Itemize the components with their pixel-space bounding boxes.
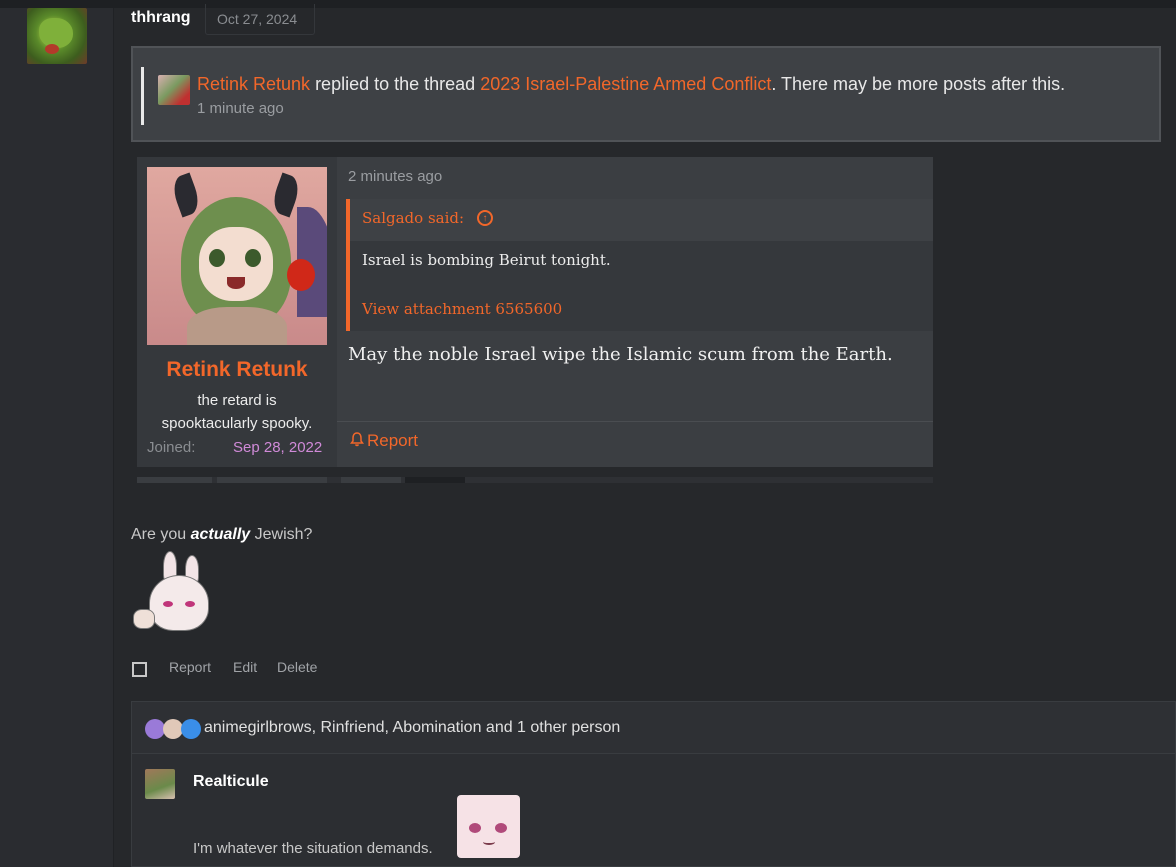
reaction-anime-icon [145,719,165,739]
top-bar [0,0,1176,8]
post-message-emphasis: actually [190,526,251,543]
reply-notice: Retink Retunk replied to the thread 2023… [131,46,1161,142]
notice-accent-bar [141,67,144,125]
embedded-report-button[interactable]: Report [350,431,418,451]
post-author-avatar[interactable] [27,8,87,64]
embedded-report-label: Report [367,431,419,450]
embedded-post-author[interactable]: Retink Retunk [137,358,337,382]
embedded-post-card: Retink Retunk the retard is spooktacular… [137,157,933,467]
comment-author-avatar[interactable] [145,769,175,799]
embedded-post-divider [337,421,933,422]
user-title-line2: spooktacularly spooky. [161,415,313,432]
joined-date: Sep 28, 2022 [233,439,323,456]
embedded-post-time[interactable]: 2 minutes ago [348,168,442,185]
post-date[interactable]: Oct 27, 2024 [205,4,315,35]
comment-author[interactable]: Realticule [193,773,269,791]
reactions-summary[interactable]: animegirlbrows, Rinfriend, Abomination a… [204,719,620,737]
select-post-checkbox[interactable] [132,662,147,677]
post-author-username[interactable]: thhrang [131,9,191,27]
reactions-bar[interactable]: animegirlbrows, Rinfriend, Abomination a… [131,701,1176,753]
delete-button[interactable]: Delete [277,659,317,675]
joined-label: Joined: [147,439,196,456]
notice-message: Retink Retunk replied to the thread 2023… [197,74,1065,95]
embedded-post-body: May the noble Israel wipe the Islamic sc… [348,344,893,365]
quote-author-link[interactable]: Salgado said: [362,209,464,227]
notice-thread-link[interactable]: 2023 Israel-Palestine Armed Conflict [480,74,771,94]
view-attachment-link[interactable]: View attachment 6565600 [362,300,562,318]
embedded-quote-block: Salgado said: ↑ Israel is bombing Beirut… [346,199,933,331]
embedded-post-avatar[interactable] [147,167,327,345]
embedded-scroll-strip [137,477,933,483]
left-rail [0,8,114,867]
reaction-icons [145,719,203,739]
comment-text: I'm whatever the situation demands. [193,840,433,857]
smug-girl-sticker [457,795,520,858]
thumbs-up-icon [181,719,201,739]
bunny-girl-sticker [133,551,213,633]
bell-icon [350,432,364,447]
reaction-friend-icon [163,719,183,739]
quote-header: Salgado said: ↑ [350,199,933,241]
post-message-part1: Are you [131,526,191,543]
notice-suffix: . There may be more posts after this. [771,74,1066,94]
user-title-line1: the retard is [197,392,277,409]
notice-verb: replied to the thread [310,74,481,94]
post-message: Are you actually Jewish? [131,526,312,544]
embedded-post-user-panel: Retink Retunk the retard is spooktacular… [137,157,337,467]
arrow-up-circle-icon[interactable]: ↑ [477,210,493,226]
embedded-post-user-title: the retard is spooktacularly spooky. [137,389,337,435]
quote-text: Israel is bombing Beirut tonight. [362,251,611,269]
post-message-part2: Jewish? [250,526,313,543]
notice-user-avatar[interactable] [158,75,190,105]
comment-item: Realticule I'm whatever the situation de… [131,753,1176,867]
report-button[interactable]: Report [169,659,211,675]
notice-time: 1 minute ago [197,100,284,117]
edit-button[interactable]: Edit [233,659,257,675]
notice-actor-link[interactable]: Retink Retunk [197,74,310,94]
